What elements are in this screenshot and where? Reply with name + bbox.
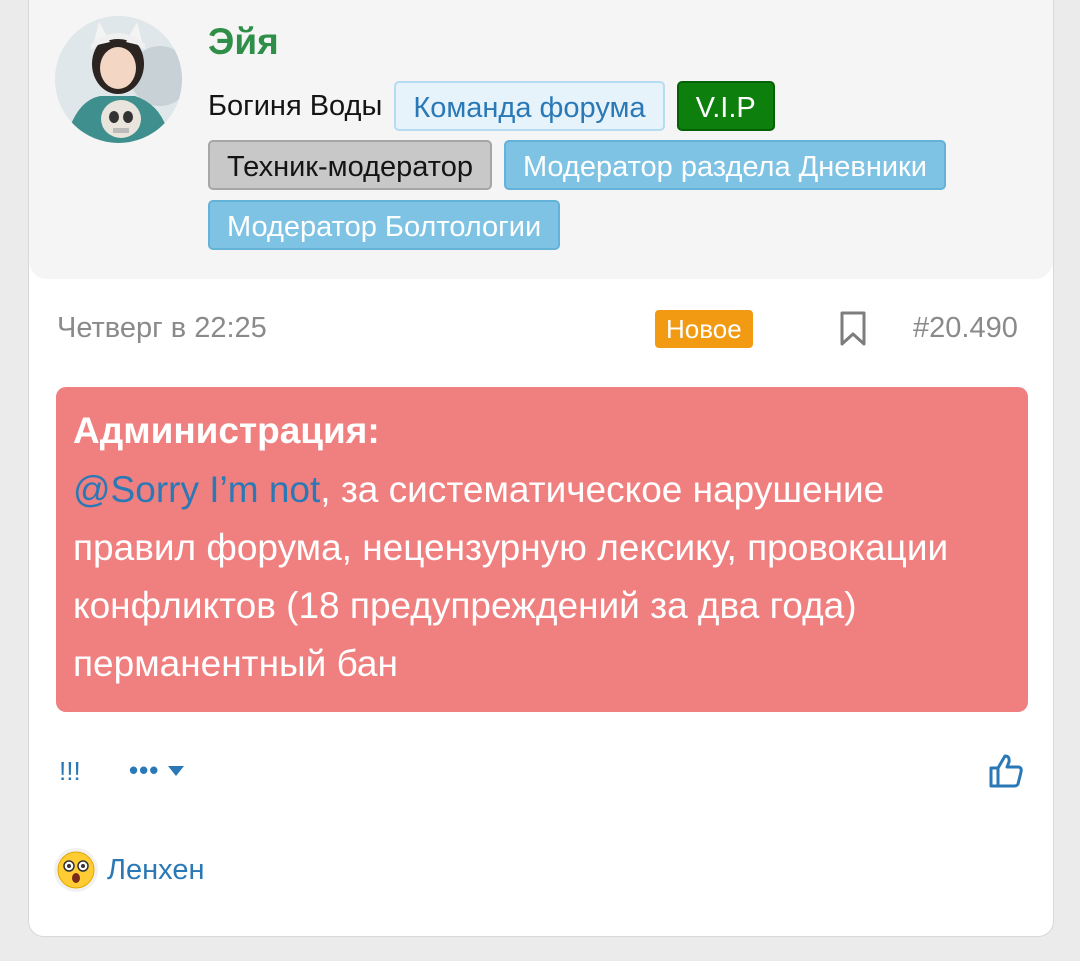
- badges-row: Модератор Болтологии: [208, 200, 561, 250]
- user-info-block: Эйя Богиня Воды Команда форума V.I.P Тех…: [29, 0, 1053, 279]
- diary-moderator-badge: Модератор раздела Дневники: [503, 140, 946, 190]
- reaction-user-link[interactable]: Ленхен: [107, 854, 205, 887]
- user-title: Богиня Воды: [208, 89, 383, 122]
- notice-heading: Администрация:: [73, 410, 380, 451]
- chevron-down-icon: [168, 765, 185, 776]
- like-thumbs-up-icon[interactable]: [988, 753, 1024, 789]
- more-dots-icon: •••: [129, 755, 160, 785]
- chatter-moderator-badge: Модератор Болтологии: [208, 200, 561, 250]
- more-actions-button[interactable]: •••: [129, 755, 185, 786]
- badges-row: Техник-модератор Модератор раздела Дневн…: [208, 140, 946, 190]
- astonished-face-icon: [54, 848, 98, 892]
- username[interactable]: Эйя: [208, 21, 279, 63]
- new-badge: Новое: [655, 310, 753, 348]
- post-card: Эйя Богиня Воды Команда форума V.I.P Тех…: [28, 0, 1054, 937]
- avatar[interactable]: [55, 16, 182, 143]
- notice-body: @Sorry I’m not, за систематическое наруш…: [73, 461, 1011, 693]
- post-number[interactable]: #20.490: [913, 312, 1018, 345]
- report-button[interactable]: !!!: [59, 756, 81, 787]
- tech-moderator-badge: Техник-модератор: [208, 140, 492, 190]
- user-title-row: Богиня Воды Команда форума V.I.P: [208, 81, 775, 131]
- admin-notice: Администрация: @Sorry I’m not, за систем…: [56, 387, 1028, 712]
- team-badge: Команда форума: [394, 81, 665, 131]
- bookmark-icon[interactable]: [839, 311, 867, 347]
- vip-badge: V.I.P: [676, 81, 775, 131]
- post-date[interactable]: Четверг в 22:25: [57, 312, 267, 345]
- avatar-image: [55, 16, 182, 143]
- reactions-bar[interactable]: Ленхен: [53, 847, 205, 893]
- user-mention-link[interactable]: @Sorry I’m not: [73, 469, 320, 510]
